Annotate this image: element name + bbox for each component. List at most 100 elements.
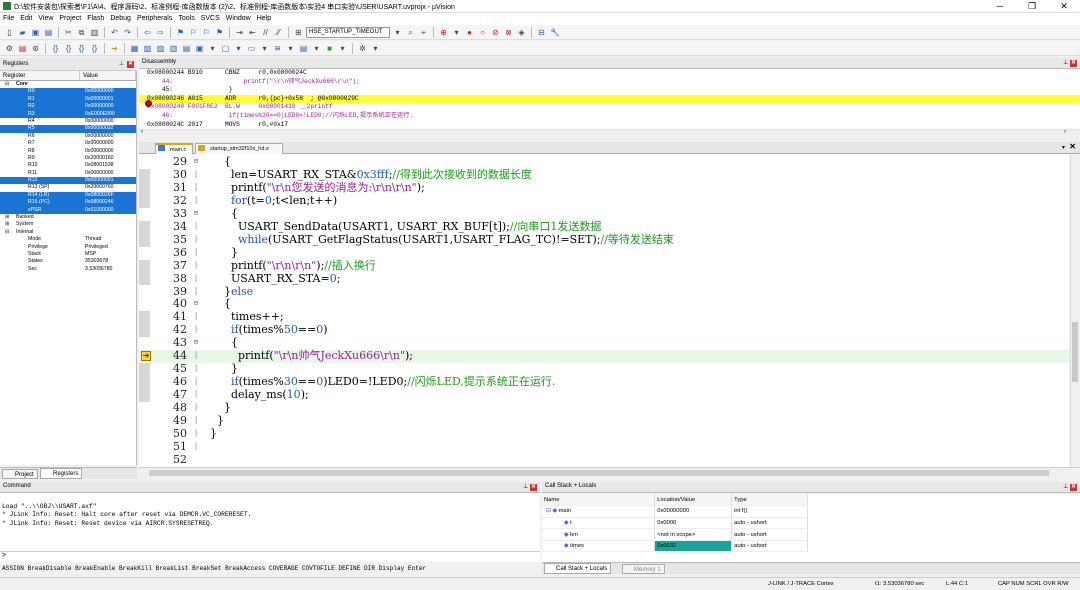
run-icon[interactable]: ▤ bbox=[17, 43, 28, 54]
register-row[interactable]: R8 0x00000000 bbox=[0, 148, 136, 155]
toolbox-icon[interactable]: ✲ bbox=[357, 43, 368, 54]
step-out-icon[interactable]: {} bbox=[76, 43, 87, 54]
disable-all-breakpoints-icon[interactable]: ⊘ bbox=[490, 27, 501, 38]
internal-row[interactable]: Stack MSP bbox=[0, 251, 136, 258]
line-number[interactable]: 33 bbox=[139, 207, 187, 221]
var-value[interactable]: 0x0000 bbox=[654, 517, 733, 530]
code-line[interactable]: 35 │ while(USART_GetFlagStatus(USART1,USA… bbox=[139, 233, 1069, 247]
register-row[interactable]: R1 0x00000001 bbox=[0, 95, 136, 104]
analysis-dropdown-icon[interactable]: ▾ bbox=[285, 43, 296, 54]
show-next-statement-icon[interactable]: ➜ bbox=[109, 43, 120, 54]
line-number[interactable]: 29 bbox=[139, 155, 187, 169]
save-icon[interactable]: ▣ bbox=[30, 27, 41, 38]
code-line[interactable]: 49 │ } bbox=[139, 414, 1069, 428]
line-number[interactable]: 50 bbox=[139, 427, 187, 441]
indent-icon[interactable]: ⇥ bbox=[234, 27, 245, 38]
line-number[interactable]: 30 bbox=[139, 168, 187, 182]
menu-debug[interactable]: Debug bbox=[107, 13, 134, 25]
bookmark-clear-icon[interactable]: ⚑ bbox=[214, 27, 225, 38]
line-number[interactable]: 35 bbox=[139, 233, 187, 247]
register-row[interactable]: R6 0x00000000 bbox=[0, 133, 136, 140]
line-number[interactable]: 49 bbox=[139, 414, 187, 428]
breakpoint-marker-icon[interactable] bbox=[145, 100, 152, 107]
unindent-icon[interactable]: ⇤ bbox=[247, 27, 258, 38]
register-value[interactable]: 0x00000000 bbox=[85, 118, 114, 125]
register-row[interactable]: R7 0x00000000 bbox=[0, 140, 136, 147]
var-value[interactable]: 0x00000000 bbox=[654, 505, 733, 518]
uncomment-icon[interactable]: ⁄⁄ bbox=[273, 27, 284, 38]
register-row[interactable]: R2 0x00000000 bbox=[0, 103, 136, 111]
comment-icon[interactable]: // bbox=[260, 27, 271, 38]
pin-icon[interactable]: ⊥ bbox=[523, 484, 528, 490]
callstack-row[interactable]: ◆ times 0x0032 auto - ushort bbox=[542, 540, 808, 553]
disassembly-window-icon[interactable]: ▧ bbox=[142, 43, 153, 54]
close-panel-icon[interactable]: ✕ bbox=[127, 61, 134, 68]
memory-dropdown-icon[interactable]: ▾ bbox=[233, 43, 244, 54]
callstack-row[interactable]: ⊟ ◆ main 0x00000000 int f() bbox=[542, 505, 808, 518]
register-value[interactable]: 0x01000000 bbox=[85, 207, 114, 214]
register-row[interactable]: R9 0x20000160 bbox=[0, 155, 136, 162]
register-row[interactable]: R0 0x00000000 bbox=[0, 88, 136, 96]
code-line[interactable]: 39 │ }else bbox=[139, 285, 1069, 299]
disassembly-line[interactable]: 0x0800024C 2017 MOVS r0,#0x17 bbox=[139, 121, 1080, 129]
code-line[interactable]: 38 │ USART_RX_STA=0; bbox=[139, 272, 1069, 286]
register-value[interactable]: 0xE000E000 bbox=[85, 111, 115, 118]
register-row[interactable]: R12 0x00000001 bbox=[0, 177, 136, 185]
bookmark-next-icon[interactable]: ⚐ bbox=[201, 27, 212, 38]
paste-icon[interactable]: ▥ bbox=[89, 27, 100, 38]
code-line[interactable]: 29 ⊟ { bbox=[139, 155, 1069, 169]
command-input[interactable]: > bbox=[0, 551, 540, 562]
register-value[interactable]: 0x20000160 bbox=[85, 155, 114, 162]
bookmark-icon[interactable]: ⚑ bbox=[175, 27, 186, 38]
enable-breakpoint-icon[interactable]: ○ bbox=[477, 27, 488, 38]
col-location-header[interactable]: Location/Value bbox=[654, 494, 733, 507]
disassembly-line[interactable]: 45: } bbox=[139, 86, 1080, 95]
close-editor-icon[interactable]: ✕ bbox=[1069, 142, 1076, 151]
disassembly-line[interactable]: 46: if(times%30==0)LED0=!LED0;//闪烁LED,提示… bbox=[139, 112, 1080, 121]
banked-group[interactable]: ⊞ Banked bbox=[0, 214, 136, 221]
find-in-files-icon[interactable]: ⌖ bbox=[418, 27, 429, 38]
col-value-header[interactable]: Value bbox=[80, 71, 136, 80]
registers-window-icon[interactable]: ▥ bbox=[168, 43, 179, 54]
register-row[interactable]: R14 (LR) 0x0800026F bbox=[0, 191, 136, 200]
disassembly-hscroll[interactable]: ‹ › bbox=[139, 129, 1080, 137]
toolbox-dropdown-icon[interactable]: ▾ bbox=[370, 43, 381, 54]
save-all-icon[interactable]: ▤ bbox=[43, 27, 54, 38]
step-into-icon[interactable]: {} bbox=[50, 43, 61, 54]
menu-help[interactable]: Help bbox=[254, 13, 274, 25]
nav-forward-icon[interactable]: ⇨ bbox=[155, 27, 166, 38]
var-value[interactable]: 0x0032 bbox=[654, 540, 733, 553]
memory-window-icon[interactable]: ▢ bbox=[220, 43, 231, 54]
expand-icon[interactable]: ⊞ bbox=[5, 221, 9, 228]
watch-dropdown-icon[interactable]: ▾ bbox=[207, 43, 218, 54]
internal-row[interactable]: Mode Thread bbox=[0, 236, 136, 243]
code-line[interactable]: 42 │ if(times%50==0) bbox=[139, 323, 1069, 337]
pin-icon[interactable]: ⊥ bbox=[1063, 60, 1068, 66]
collapse-icon[interactable]: ⊟ bbox=[5, 229, 9, 236]
menu-project[interactable]: Project bbox=[56, 13, 84, 25]
callstack-row[interactable]: ◆ len <not in scope> auto - ushort bbox=[542, 528, 808, 541]
close-panel-icon[interactable]: ✕ bbox=[1070, 484, 1077, 491]
register-row[interactable]: R4 0x00000000 bbox=[0, 118, 136, 125]
internal-group[interactable]: ⊟ Internal bbox=[0, 229, 136, 236]
serial-dropdown-icon[interactable]: ▾ bbox=[259, 43, 270, 54]
code-line[interactable]: 48 │ } bbox=[139, 401, 1069, 415]
tab-startup-file[interactable]: startup_stm32f10x_hd.s bbox=[195, 143, 283, 154]
register-value[interactable]: 0x00000000 bbox=[85, 140, 114, 147]
menu-flash[interactable]: Flash bbox=[84, 13, 107, 25]
pin-icon[interactable]: ⊥ bbox=[1063, 484, 1068, 490]
code-line[interactable]: 37 │ printf("\r\n\r\n");//插入换行 bbox=[139, 259, 1069, 273]
register-value[interactable]: 0x08000246 bbox=[85, 199, 114, 206]
disassembly-line[interactable]: 44: printf("\r\n帅气JeckXu666\r\n"); bbox=[139, 78, 1080, 87]
register-value[interactable]: 0x00000001 bbox=[85, 96, 114, 103]
line-number[interactable]: 34 bbox=[139, 220, 187, 234]
watch-window-icon[interactable]: ▣ bbox=[194, 43, 205, 54]
register-value[interactable]: 0x00000000 bbox=[85, 133, 114, 140]
register-value[interactable]: 0x00000032 bbox=[85, 125, 114, 132]
debug-session-icon[interactable]: ⊕ bbox=[438, 27, 449, 38]
system-group[interactable]: ⊞ System bbox=[0, 221, 136, 228]
internal-row[interactable]: States 35303678 bbox=[0, 258, 136, 265]
core-group[interactable]: ⊟ Core bbox=[0, 81, 136, 88]
collapse-icon[interactable]: ⊟ bbox=[5, 81, 9, 88]
register-value[interactable]: 0x00000001 bbox=[85, 177, 114, 184]
